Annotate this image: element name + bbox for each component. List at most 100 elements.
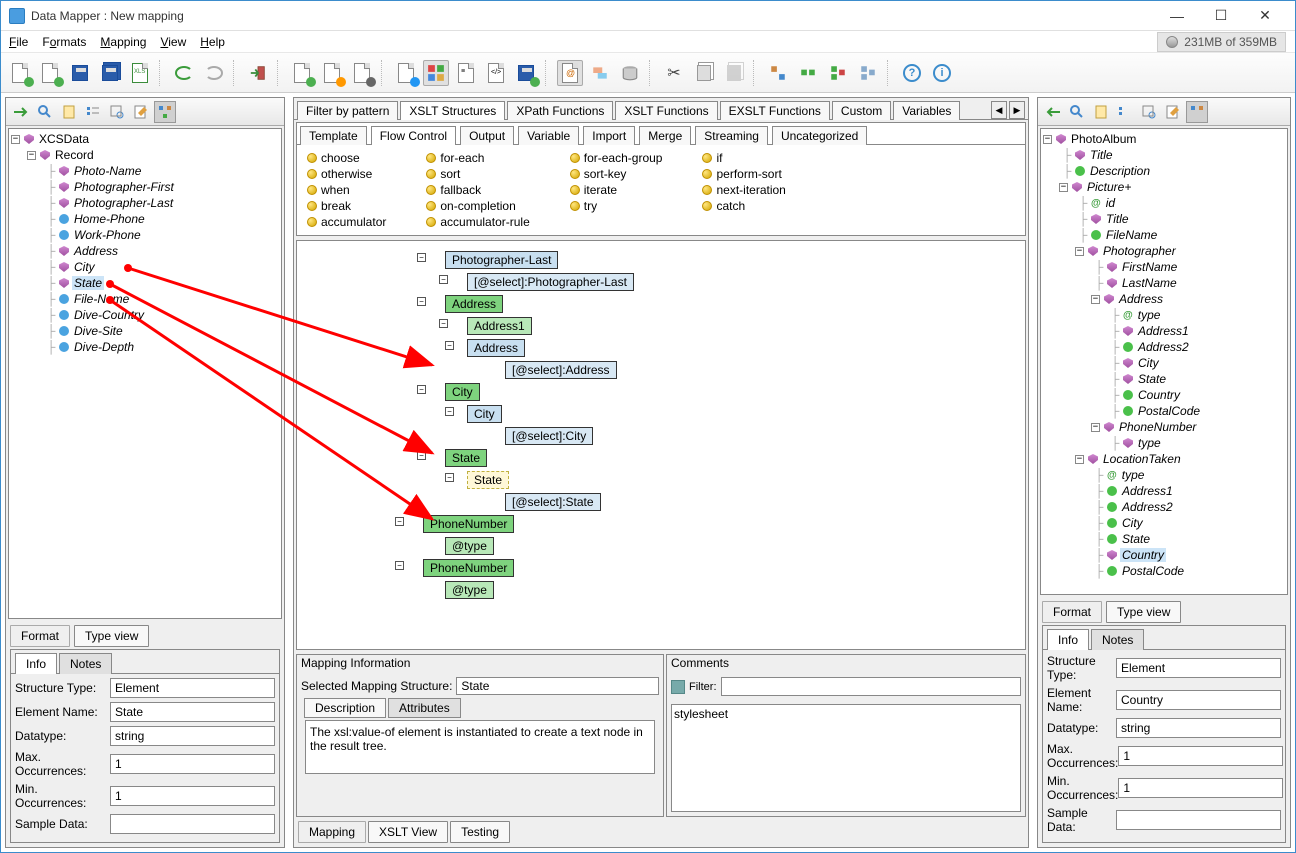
left-tb-list2[interactable] bbox=[106, 101, 128, 123]
filter-input[interactable] bbox=[721, 677, 1022, 696]
tree-node[interactable]: ├Dive-Depth bbox=[11, 339, 279, 355]
tree-node[interactable]: ├City bbox=[1043, 355, 1285, 371]
tree-node[interactable]: −PhoneNumber bbox=[1043, 419, 1285, 435]
tree-node[interactable]: −Photographer bbox=[1043, 243, 1285, 259]
tree-node[interactable]: −Record bbox=[11, 147, 279, 163]
stack-button[interactable] bbox=[587, 60, 613, 86]
info-button[interactable] bbox=[393, 60, 419, 86]
tree-node[interactable]: ├Home-Phone bbox=[11, 211, 279, 227]
function-item[interactable]: for-each-group bbox=[570, 151, 663, 165]
center-bottom-tab[interactable]: Mapping bbox=[298, 821, 366, 843]
right-format-tab[interactable]: Format bbox=[1042, 601, 1102, 623]
tree-node[interactable]: ├File-Name bbox=[11, 291, 279, 307]
function-item[interactable]: accumulator bbox=[307, 215, 386, 229]
tree-node[interactable]: ├Photographer-Last bbox=[11, 195, 279, 211]
text-button[interactable]: ≡ bbox=[453, 60, 479, 86]
function-item[interactable]: accumulator-rule bbox=[426, 215, 529, 229]
save-plus-button[interactable] bbox=[513, 60, 539, 86]
mapping-node[interactable]: Photographer-Last bbox=[445, 251, 558, 269]
mapping-node[interactable]: Address1 bbox=[467, 317, 532, 335]
mapping-node[interactable]: Address bbox=[467, 339, 525, 357]
close-button[interactable]: ✕ bbox=[1243, 2, 1287, 30]
tree-node[interactable]: ├PostalCode bbox=[1043, 403, 1285, 419]
left-tb-arrow[interactable] bbox=[10, 101, 32, 123]
structures-tab[interactable]: EXSLT Functions bbox=[720, 101, 830, 120]
tab-scroll-right[interactable]: ▶ bbox=[1009, 101, 1025, 119]
tree-node[interactable]: ├FirstName bbox=[1043, 259, 1285, 275]
r-elname-field[interactable] bbox=[1116, 690, 1281, 710]
function-item[interactable]: when bbox=[307, 183, 386, 197]
node-toggle[interactable]: − bbox=[417, 451, 426, 460]
tree-node[interactable]: −Address bbox=[1043, 291, 1285, 307]
tree-node[interactable]: −Picture+ bbox=[1043, 179, 1285, 195]
left-tb-tree[interactable] bbox=[154, 101, 176, 123]
function-item[interactable]: choose bbox=[307, 151, 386, 165]
category-tab[interactable]: Flow Control bbox=[371, 126, 456, 145]
paste-button[interactable] bbox=[721, 60, 747, 86]
category-tab[interactable]: Output bbox=[460, 126, 514, 145]
l-max-field[interactable] bbox=[110, 754, 275, 774]
right-tb-search[interactable] bbox=[1066, 101, 1088, 123]
tree-node[interactable]: ├City bbox=[1043, 515, 1285, 531]
l-elname-field[interactable] bbox=[110, 702, 275, 722]
left-tb-edit[interactable] bbox=[130, 101, 152, 123]
export-xls-button[interactable]: XLS bbox=[127, 60, 153, 86]
function-item[interactable]: otherwise bbox=[307, 167, 386, 181]
doc-gear-button[interactable] bbox=[349, 60, 375, 86]
left-tb-notes[interactable] bbox=[58, 101, 80, 123]
center-bottom-tab[interactable]: XSLT View bbox=[368, 821, 448, 843]
right-tree[interactable]: −PhotoAlbum├Title├Description−Picture+├@… bbox=[1040, 128, 1288, 595]
node-toggle[interactable]: − bbox=[395, 517, 404, 526]
tree-node[interactable]: ├Dive-Country bbox=[11, 307, 279, 323]
structures-tab[interactable]: Variables bbox=[893, 101, 960, 120]
right-tb-edit[interactable] bbox=[1162, 101, 1184, 123]
mapping-node[interactable]: Address bbox=[445, 295, 503, 313]
left-tb-search[interactable] bbox=[34, 101, 56, 123]
structures-tab[interactable]: XSLT Structures bbox=[400, 101, 505, 120]
left-format-tab[interactable]: Format bbox=[10, 625, 70, 647]
db-button[interactable] bbox=[617, 60, 643, 86]
node-toggle[interactable]: − bbox=[417, 297, 426, 306]
blocks3-button[interactable] bbox=[825, 60, 851, 86]
category-tab[interactable]: Merge bbox=[639, 126, 691, 145]
mapping-node[interactable]: PhoneNumber bbox=[423, 515, 514, 533]
category-tab[interactable]: Import bbox=[583, 126, 635, 145]
function-item[interactable]: if bbox=[702, 151, 785, 165]
node-toggle[interactable]: − bbox=[417, 385, 426, 394]
category-tab[interactable]: Uncategorized bbox=[772, 126, 867, 145]
node-toggle[interactable]: − bbox=[417, 253, 426, 262]
undo-button[interactable] bbox=[171, 60, 197, 86]
right-tb-tree[interactable] bbox=[1186, 101, 1208, 123]
l-datatype-field[interactable] bbox=[110, 726, 275, 746]
help-button[interactable]: ? bbox=[899, 60, 925, 86]
open-file-button[interactable] bbox=[37, 60, 63, 86]
tree-node[interactable]: ├@id bbox=[1043, 195, 1285, 211]
mapping-node[interactable]: [@select]:City bbox=[505, 427, 593, 445]
r-structype-field[interactable] bbox=[1116, 658, 1281, 678]
tree-node[interactable]: ├type bbox=[1043, 435, 1285, 451]
structures-tab[interactable]: XSLT Functions bbox=[615, 101, 717, 120]
tree-node[interactable]: ├State bbox=[1043, 371, 1285, 387]
mapping-node[interactable]: City bbox=[467, 405, 502, 423]
tree-node[interactable]: ├Address2 bbox=[1043, 499, 1285, 515]
blocks2-button[interactable] bbox=[795, 60, 821, 86]
doc-plus-button[interactable] bbox=[289, 60, 315, 86]
right-typeview-tab[interactable]: Type view bbox=[1106, 601, 1181, 623]
tree-node[interactable]: −LocationTaken bbox=[1043, 451, 1285, 467]
at-button[interactable]: @ bbox=[557, 60, 583, 86]
blocks1-button[interactable] bbox=[765, 60, 791, 86]
tab-scroll-left[interactable]: ◀ bbox=[991, 101, 1007, 119]
function-item[interactable]: perform-sort bbox=[702, 167, 785, 181]
mapping-canvas[interactable]: −−−−−−−−−−−Photographer-Last[@select]:Ph… bbox=[296, 240, 1026, 650]
maximize-button[interactable]: ☐ bbox=[1199, 2, 1243, 30]
tree-node[interactable]: ├State bbox=[1043, 531, 1285, 547]
save-button[interactable] bbox=[67, 60, 93, 86]
right-tb-notes[interactable] bbox=[1090, 101, 1112, 123]
tree-node[interactable]: ├Address2 bbox=[1043, 339, 1285, 355]
node-toggle[interactable]: − bbox=[439, 319, 448, 328]
selected-mapping-field[interactable] bbox=[456, 677, 659, 695]
tree-node[interactable]: ├@type bbox=[1043, 467, 1285, 483]
function-item[interactable]: try bbox=[570, 199, 663, 213]
node-toggle[interactable]: − bbox=[445, 341, 454, 350]
tree-node[interactable]: ├Work-Phone bbox=[11, 227, 279, 243]
